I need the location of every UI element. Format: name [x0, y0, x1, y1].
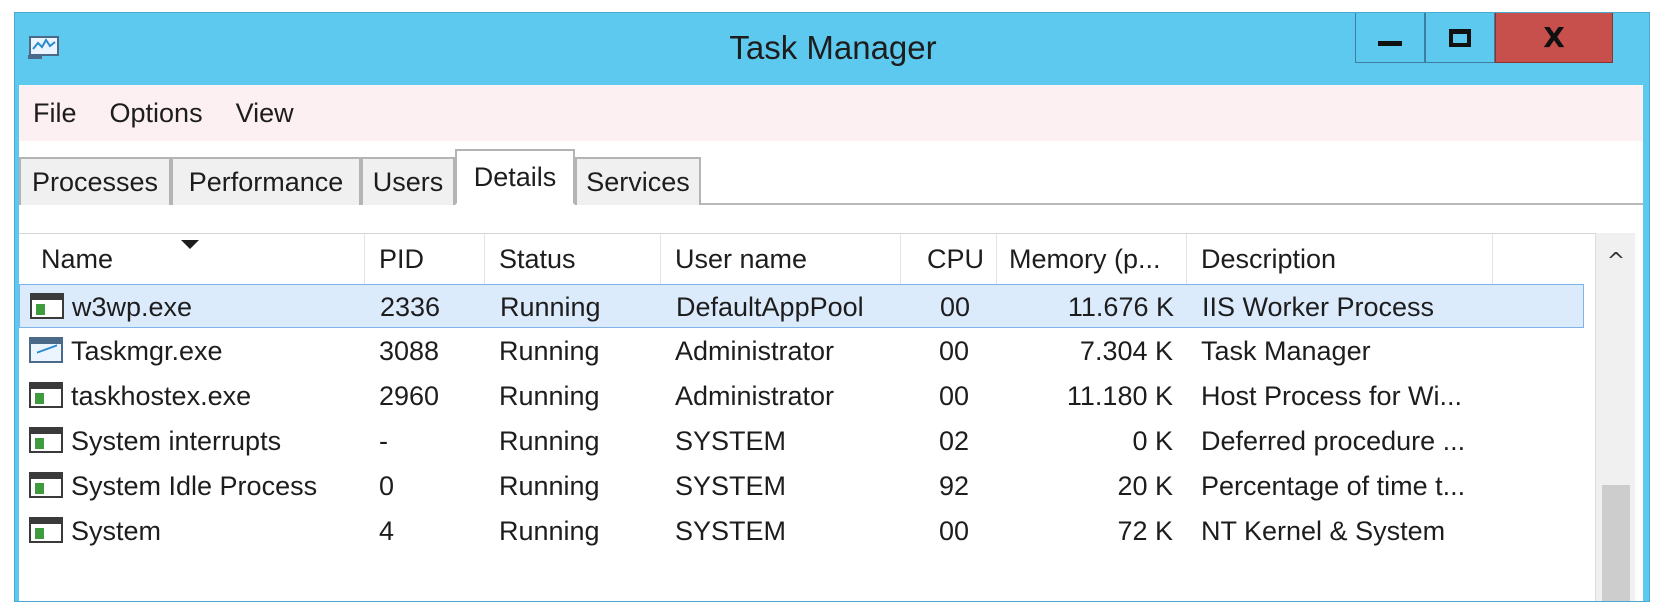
cell-cpu: 00 — [938, 515, 969, 546]
cell-cpu: 00 — [938, 335, 969, 366]
tab-processes[interactable]: Processes — [19, 157, 171, 205]
cell-description: Percentage of time t... — [1201, 470, 1466, 501]
scroll-thumb[interactable] — [1602, 485, 1630, 601]
column-header-pid[interactable]: PID — [365, 234, 485, 284]
details-table: Name PID Status User name CPU Memory (p.… — [19, 233, 1595, 601]
process-icon — [29, 517, 63, 543]
cell-user: SYSTEM — [675, 425, 787, 456]
column-header-name[interactable]: Name — [19, 234, 365, 284]
cell-user: SYSTEM — [675, 470, 787, 501]
tab-users[interactable]: Users — [361, 157, 455, 205]
task-manager-icon — [29, 337, 63, 363]
cell-user: Administrator — [675, 380, 835, 411]
cell-memory: 0 K — [1132, 425, 1173, 456]
table-row[interactable]: System 4 Running SYSTEM 00 72 K NT Kerne… — [19, 509, 1584, 553]
table-row[interactable]: w3wp.exe 2336 Running DefaultAppPool 00 … — [19, 284, 1584, 328]
cell-status: Running — [499, 470, 600, 501]
menu-options[interactable]: Options — [110, 98, 203, 129]
process-icon — [29, 472, 63, 498]
menu-bar: File Options View — [19, 85, 1643, 141]
column-header-description[interactable]: Description — [1187, 234, 1493, 284]
table-header: Name PID Status User name CPU Memory (p.… — [19, 234, 1595, 284]
column-label: Name — [41, 243, 114, 274]
process-icon — [29, 427, 63, 453]
cell-status: Running — [499, 515, 600, 546]
cell-description: IIS Worker Process — [1202, 291, 1435, 322]
task-manager-window: Task Manager X File Options View Process… — [14, 12, 1650, 602]
cell-user: SYSTEM — [675, 515, 787, 546]
client-area: File Options View Processes Performance … — [19, 85, 1643, 601]
cell-name: Taskmgr.exe — [71, 335, 223, 366]
cell-description: Task Manager — [1201, 335, 1371, 366]
table-row[interactable]: taskhostex.exe 2960 Running Administrato… — [19, 374, 1584, 418]
column-header-user-name[interactable]: User name — [661, 234, 901, 284]
cell-cpu: 92 — [938, 470, 969, 501]
close-button[interactable]: X — [1495, 13, 1613, 63]
column-header-memory[interactable]: Memory (p... — [997, 234, 1187, 284]
cell-cpu: 00 — [939, 291, 970, 322]
process-icon — [30, 293, 64, 319]
cell-cpu: 00 — [938, 380, 969, 411]
cell-pid: 0 — [379, 470, 395, 501]
cell-name: System — [71, 515, 162, 546]
cell-user: Administrator — [675, 335, 835, 366]
vertical-scrollbar[interactable]: ^ — [1595, 233, 1636, 601]
cell-pid: - — [379, 425, 388, 456]
cell-status: Running — [500, 291, 601, 322]
table-row[interactable]: System Idle Process 0 Running SYSTEM 92 … — [19, 464, 1584, 508]
tab-services[interactable]: Services — [575, 157, 701, 205]
tab-strip: Processes Performance Users Details Serv… — [19, 141, 1643, 205]
close-icon: X — [1543, 21, 1565, 54]
table-row[interactable]: System interrupts - Running SYSTEM 02 0 … — [19, 419, 1584, 463]
scroll-up-button[interactable]: ^ — [1596, 241, 1636, 281]
minimize-button[interactable] — [1355, 13, 1425, 63]
cell-pid: 3088 — [379, 335, 440, 366]
cell-memory: 11.676 K — [1067, 291, 1174, 322]
column-header-cpu[interactable]: CPU — [901, 234, 997, 284]
cell-name: w3wp.exe — [72, 291, 193, 322]
cell-user: DefaultAppPool — [676, 291, 864, 322]
cell-status: Running — [499, 425, 600, 456]
cell-pid: 2960 — [379, 380, 440, 411]
tab-performance[interactable]: Performance — [171, 157, 361, 205]
cell-pid: 4 — [379, 515, 395, 546]
menu-file[interactable]: File — [33, 98, 77, 129]
maximize-icon — [1449, 28, 1471, 47]
cell-pid: 2336 — [380, 291, 441, 322]
process-icon — [29, 382, 63, 408]
cell-description: Deferred procedure ... — [1201, 425, 1466, 456]
minimize-icon — [1378, 41, 1402, 46]
cell-description: Host Process for Wi... — [1201, 380, 1463, 411]
cell-name: System Idle Process — [71, 470, 318, 501]
menu-view[interactable]: View — [236, 98, 294, 129]
chevron-up-icon: ^ — [1606, 248, 1626, 274]
column-header-status[interactable]: Status — [485, 234, 661, 284]
maximize-button[interactable] — [1425, 13, 1495, 63]
tab-details[interactable]: Details — [455, 149, 575, 205]
cell-memory: 20 K — [1117, 470, 1173, 501]
title-bar[interactable]: Task Manager X — [15, 13, 1649, 85]
cell-description: NT Kernel & System — [1201, 515, 1446, 546]
table-row[interactable]: Taskmgr.exe 3088 Running Administrator 0… — [19, 329, 1584, 373]
cell-name: System interrupts — [71, 425, 282, 456]
cell-memory: 11.180 K — [1066, 380, 1173, 411]
cell-cpu: 02 — [938, 425, 969, 456]
cell-status: Running — [499, 335, 600, 366]
cell-status: Running — [499, 380, 600, 411]
sort-descending-icon — [181, 240, 199, 249]
cell-memory: 72 K — [1117, 515, 1173, 546]
cell-name: taskhostex.exe — [71, 380, 252, 411]
cell-memory: 7.304 K — [1079, 335, 1173, 366]
